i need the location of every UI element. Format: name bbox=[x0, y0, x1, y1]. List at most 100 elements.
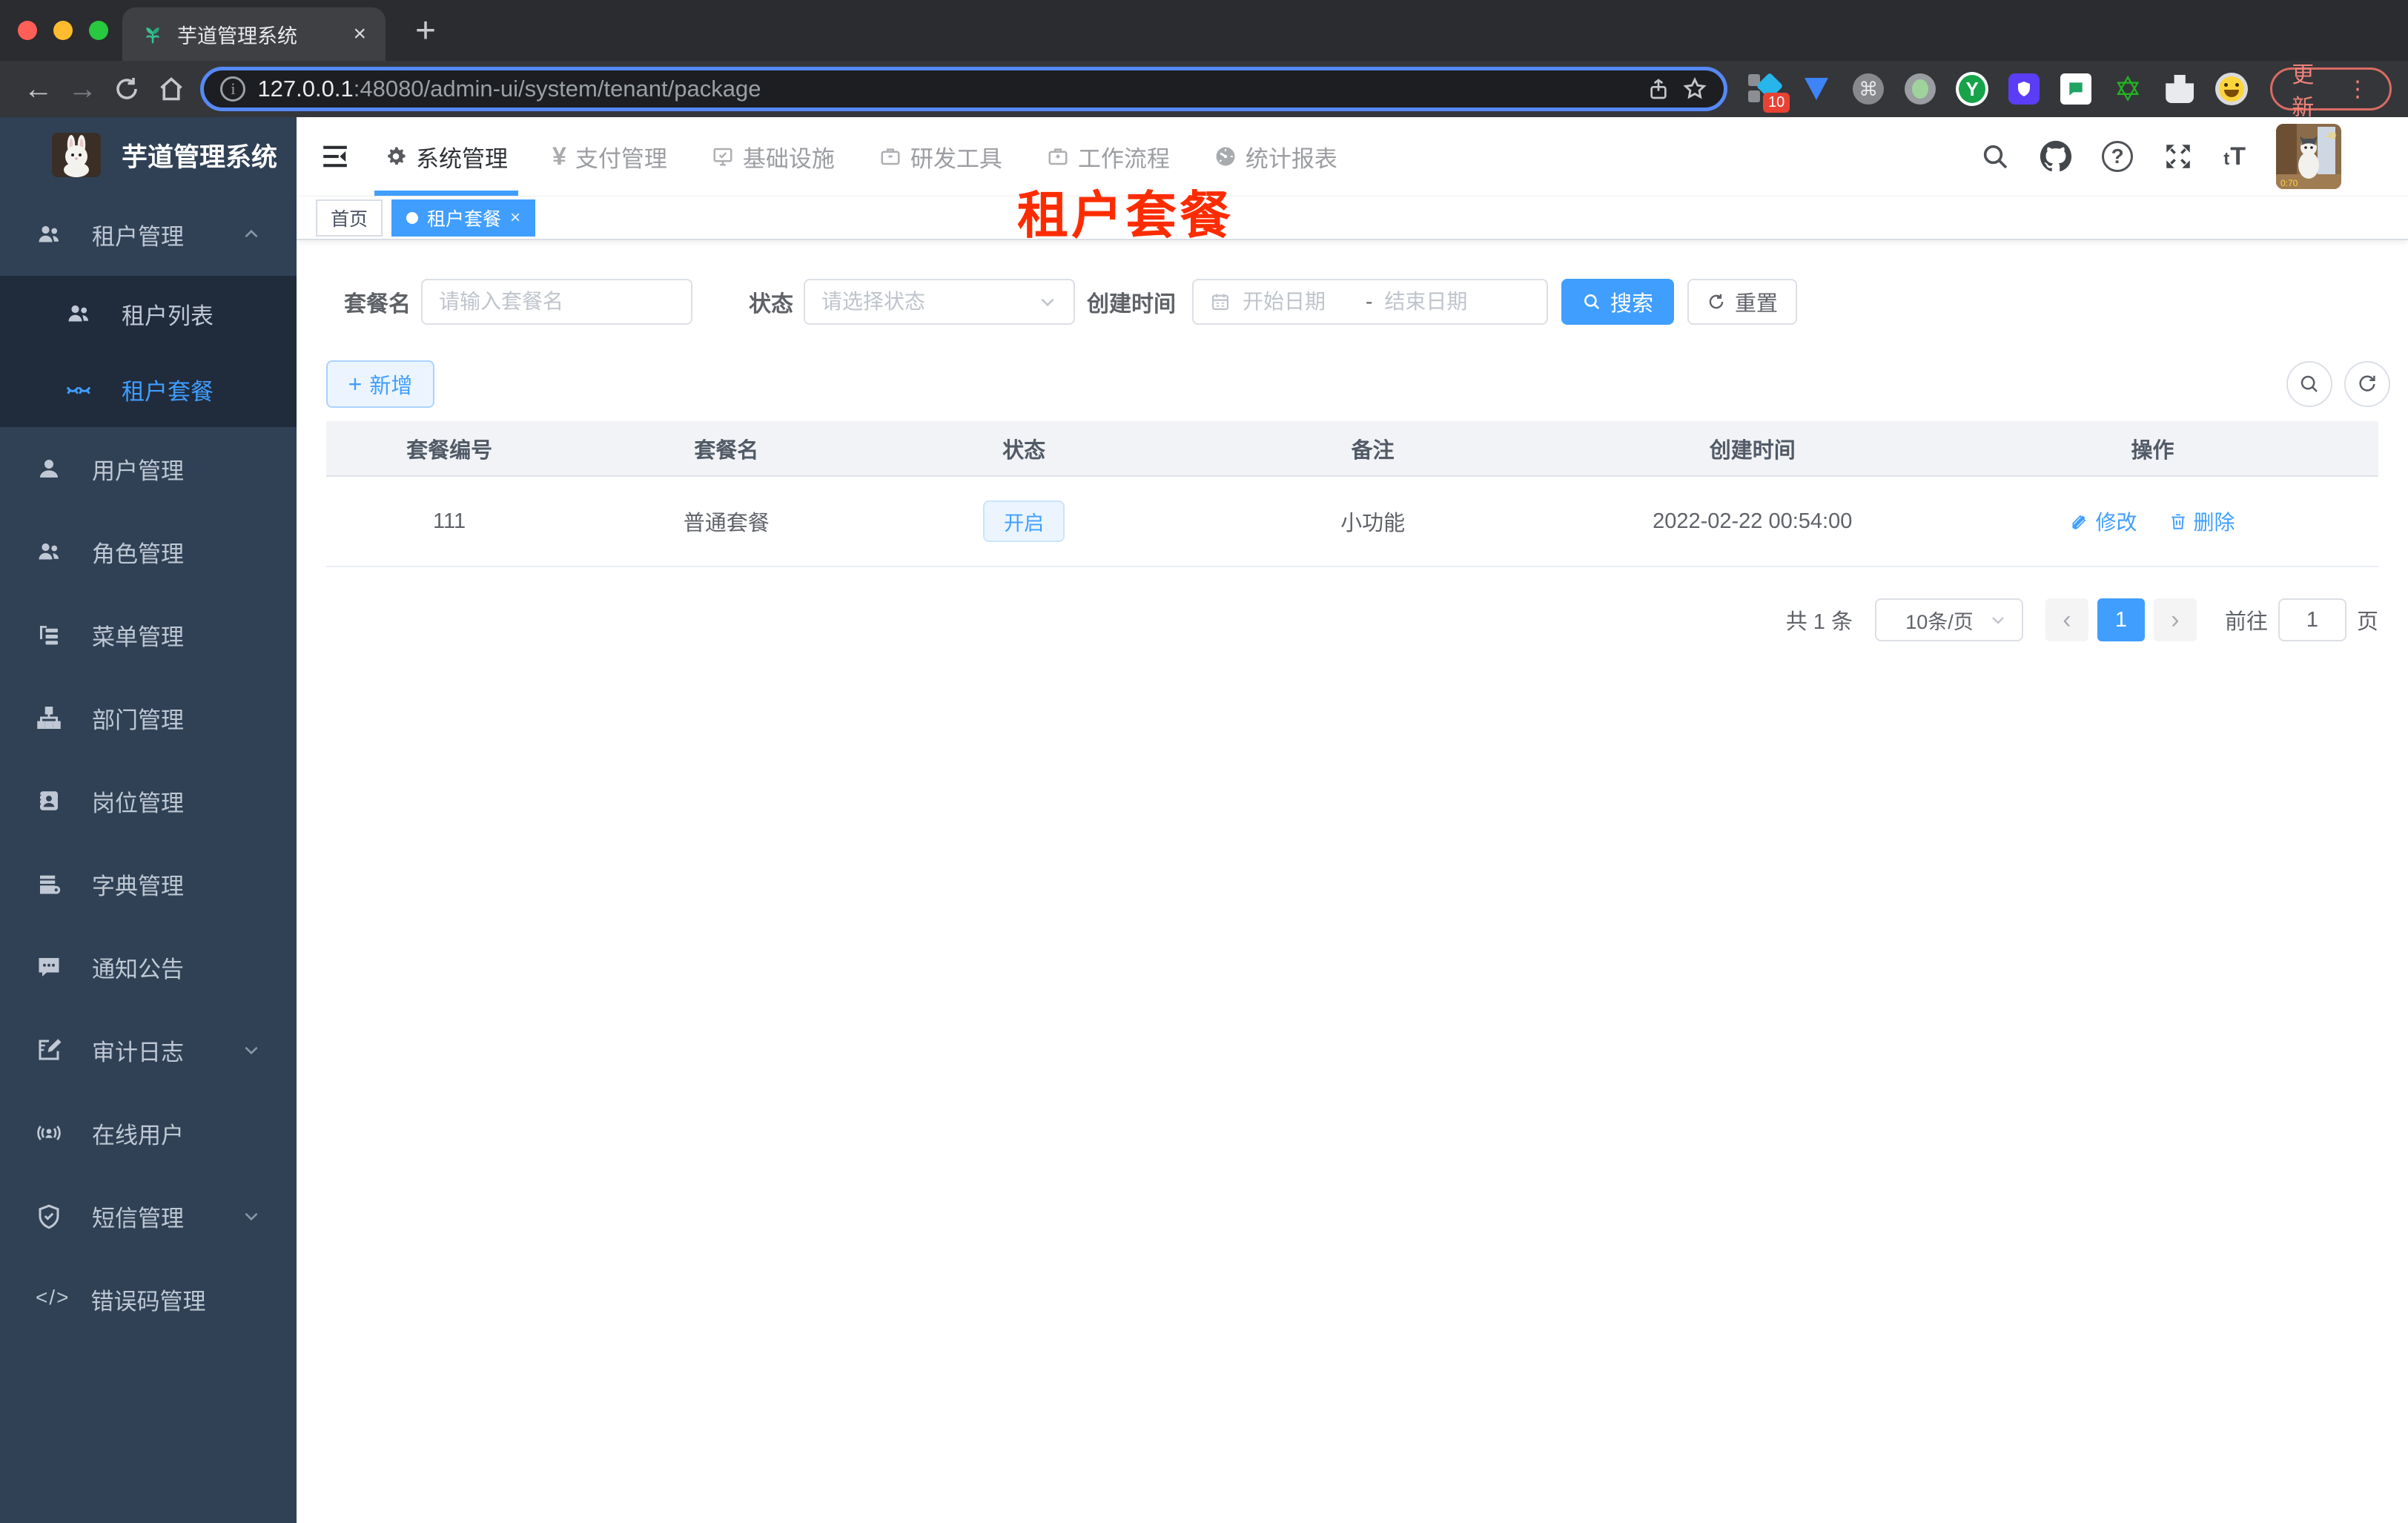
table-refresh-button[interactable] bbox=[2344, 361, 2390, 407]
header-package-name: 套餐名 bbox=[572, 421, 881, 477]
forward-button[interactable]: → bbox=[61, 74, 105, 104]
filter-date-range[interactable]: - bbox=[1192, 279, 1548, 325]
sidebar-item-online-users[interactable]: 在线用户 bbox=[0, 1091, 297, 1175]
top-menu-workflow[interactable]: 工作流程 bbox=[1029, 117, 1188, 196]
error-code-icon: </> bbox=[36, 1286, 70, 1309]
search-icon[interactable] bbox=[1980, 142, 2010, 171]
extension-chat-icon[interactable] bbox=[2060, 73, 2092, 105]
user-avatar[interactable]: 0:70 49 bbox=[2276, 124, 2341, 189]
browser-titlebar: 芋道管理系统 × + bbox=[0, 0, 2408, 61]
extension-puzzle-icon[interactable] bbox=[2163, 73, 2196, 105]
plus-icon: + bbox=[348, 371, 363, 397]
top-menu-payment[interactable]: ¥ 支付管理 bbox=[535, 117, 685, 196]
address-bar[interactable]: i 127.0.0.1:48080/admin-ui/system/tenant… bbox=[200, 67, 1728, 111]
date-start-input bbox=[1243, 290, 1354, 314]
top-menu-reports[interactable]: 统计报表 bbox=[1197, 117, 1355, 196]
date-separator: - bbox=[1366, 290, 1373, 313]
favicon-plant-icon bbox=[142, 23, 164, 45]
prev-page-button[interactable]: ‹ bbox=[2045, 598, 2088, 641]
sidebar-item-notice[interactable]: 通知公告 bbox=[0, 925, 297, 1008]
sidebar: 芋道管理系统 租户管理 租户列表 租户套餐 用户管理 角色管理 菜单管理 部门管… bbox=[0, 117, 297, 1523]
share-icon[interactable] bbox=[1647, 77, 1670, 101]
extension-badge: 10 bbox=[1762, 93, 1790, 113]
chevron-down-icon bbox=[242, 1040, 261, 1060]
goto-page-input[interactable] bbox=[2278, 598, 2346, 641]
monitor-icon bbox=[712, 145, 734, 168]
edit-link[interactable]: 修改 bbox=[2070, 506, 2137, 536]
table-search-toggle-button[interactable] bbox=[2286, 361, 2332, 407]
chrome-update-button[interactable]: 更新 ⋮ bbox=[2270, 63, 2392, 120]
cell-package-id: 111 bbox=[326, 476, 573, 567]
workflow-icon bbox=[1047, 145, 1069, 168]
extension-smiley-icon[interactable] bbox=[2215, 73, 2249, 105]
sidebar-item-menu-management[interactable]: 菜单管理 bbox=[0, 593, 297, 676]
url-host: 127.0.0.1 bbox=[257, 76, 354, 102]
tag-close-icon[interactable]: × bbox=[510, 208, 520, 228]
maximize-window-button[interactable] bbox=[89, 21, 108, 40]
minimize-window-button[interactable] bbox=[53, 21, 73, 40]
browser-menu-icon[interactable]: ⋮ bbox=[2346, 76, 2370, 102]
bookmark-star-icon[interactable] bbox=[1682, 76, 1707, 102]
sidebar-logo[interactable]: 芋道管理系统 bbox=[0, 117, 297, 193]
tab-close-icon[interactable]: × bbox=[353, 23, 366, 45]
header-created-time: 创建时间 bbox=[1578, 421, 1927, 477]
reload-button[interactable] bbox=[105, 76, 149, 102]
site-info-icon[interactable]: i bbox=[220, 76, 246, 102]
browser-tab[interactable]: 芋道管理系统 × bbox=[122, 7, 386, 61]
cell-created-time: 2022-02-22 00:54:00 bbox=[1578, 476, 1927, 567]
sidebar-item-dict-management[interactable]: 字典管理 bbox=[0, 842, 297, 925]
sidebar-item-tenant-list[interactable]: 租户列表 bbox=[0, 276, 297, 351]
sidebar-item-error-code[interactable]: </> 错误码管理 bbox=[0, 1258, 297, 1341]
add-button[interactable]: + 新增 bbox=[326, 360, 434, 408]
close-window-button[interactable] bbox=[18, 21, 37, 40]
sidebar-item-user-management[interactable]: 用户管理 bbox=[0, 427, 297, 510]
sidebar-item-label: 部门管理 bbox=[92, 707, 184, 733]
delete-link[interactable]: 删除 bbox=[2169, 506, 2235, 536]
sidebar-collapse-icon[interactable] bbox=[321, 143, 349, 170]
page-overlay-title: 租户套餐 bbox=[1017, 187, 1234, 244]
github-icon[interactable] bbox=[2040, 140, 2072, 173]
help-icon[interactable]: ? bbox=[2102, 141, 2134, 172]
next-page-button[interactable]: › bbox=[2153, 598, 2197, 641]
search-button[interactable]: 搜索 bbox=[1561, 279, 1674, 325]
sidebar-item-role-management[interactable]: 角色管理 bbox=[0, 510, 297, 593]
extension-dock-icon[interactable]: 10 bbox=[1748, 72, 1790, 113]
sidebar-item-department-management[interactable]: 部门管理 bbox=[0, 676, 297, 759]
top-menu-infrastructure[interactable]: 基础设施 bbox=[694, 117, 853, 196]
new-tab-button[interactable]: + bbox=[415, 13, 436, 49]
top-menu-label: 研发工具 bbox=[910, 145, 1002, 172]
tag-home[interactable]: 首页 bbox=[316, 199, 383, 237]
tenant-package-icon bbox=[65, 376, 92, 403]
current-page-button[interactable]: 1 bbox=[2097, 598, 2145, 641]
reset-button[interactable]: 重置 bbox=[1687, 279, 1797, 325]
users-icon bbox=[36, 221, 62, 248]
tag-tenant-package[interactable]: 租户套餐 × bbox=[391, 199, 536, 237]
status-badge[interactable]: 开启 bbox=[983, 500, 1065, 542]
top-menu-system[interactable]: 系统管理 bbox=[367, 117, 526, 196]
extension-command-icon[interactable]: ⌘ bbox=[1852, 73, 1885, 105]
chevron-down-icon bbox=[1038, 292, 1057, 311]
header-actions: 操作 bbox=[1927, 421, 2378, 477]
pagination-total: 共 1 条 bbox=[1785, 610, 1853, 634]
sidebar-item-sms-management[interactable]: 短信管理 bbox=[0, 1175, 297, 1258]
sidebar-item-tenant-package[interactable]: 租户套餐 bbox=[0, 351, 297, 427]
top-menu-dev-tools[interactable]: 研发工具 bbox=[861, 117, 1020, 196]
extension-gray-dot-icon[interactable] bbox=[1904, 73, 1936, 105]
extension-y-icon[interactable]: Y bbox=[1956, 72, 1989, 106]
sidebar-item-post-management[interactable]: 岗位管理 bbox=[0, 759, 297, 842]
top-navbar: 系统管理 ¥ 支付管理 基础设施 研发工具 工作流程 统计报表 ? tT 0:7… bbox=[297, 117, 2408, 196]
page-size-select[interactable]: 10条/页 bbox=[1874, 598, 2023, 641]
sidebar-item-audit-log[interactable]: 审计日志 bbox=[0, 1008, 297, 1091]
font-size-icon[interactable]: tT bbox=[2223, 142, 2246, 171]
filter-status-select[interactable] bbox=[804, 279, 1075, 325]
extension-star-icon[interactable]: ✡ bbox=[2111, 72, 2144, 106]
cell-actions: 修改 删除 bbox=[1927, 476, 2378, 567]
fullscreen-icon[interactable] bbox=[2163, 141, 2194, 172]
tenant-list-icon bbox=[65, 300, 92, 327]
back-button[interactable]: ← bbox=[16, 74, 61, 104]
extension-shield-icon[interactable] bbox=[2008, 73, 2040, 105]
extension-gem-icon[interactable] bbox=[1800, 73, 1833, 105]
filter-name-input[interactable] bbox=[421, 279, 692, 325]
sidebar-item-tenant-management[interactable]: 租户管理 bbox=[0, 193, 297, 276]
home-button[interactable] bbox=[149, 76, 194, 102]
